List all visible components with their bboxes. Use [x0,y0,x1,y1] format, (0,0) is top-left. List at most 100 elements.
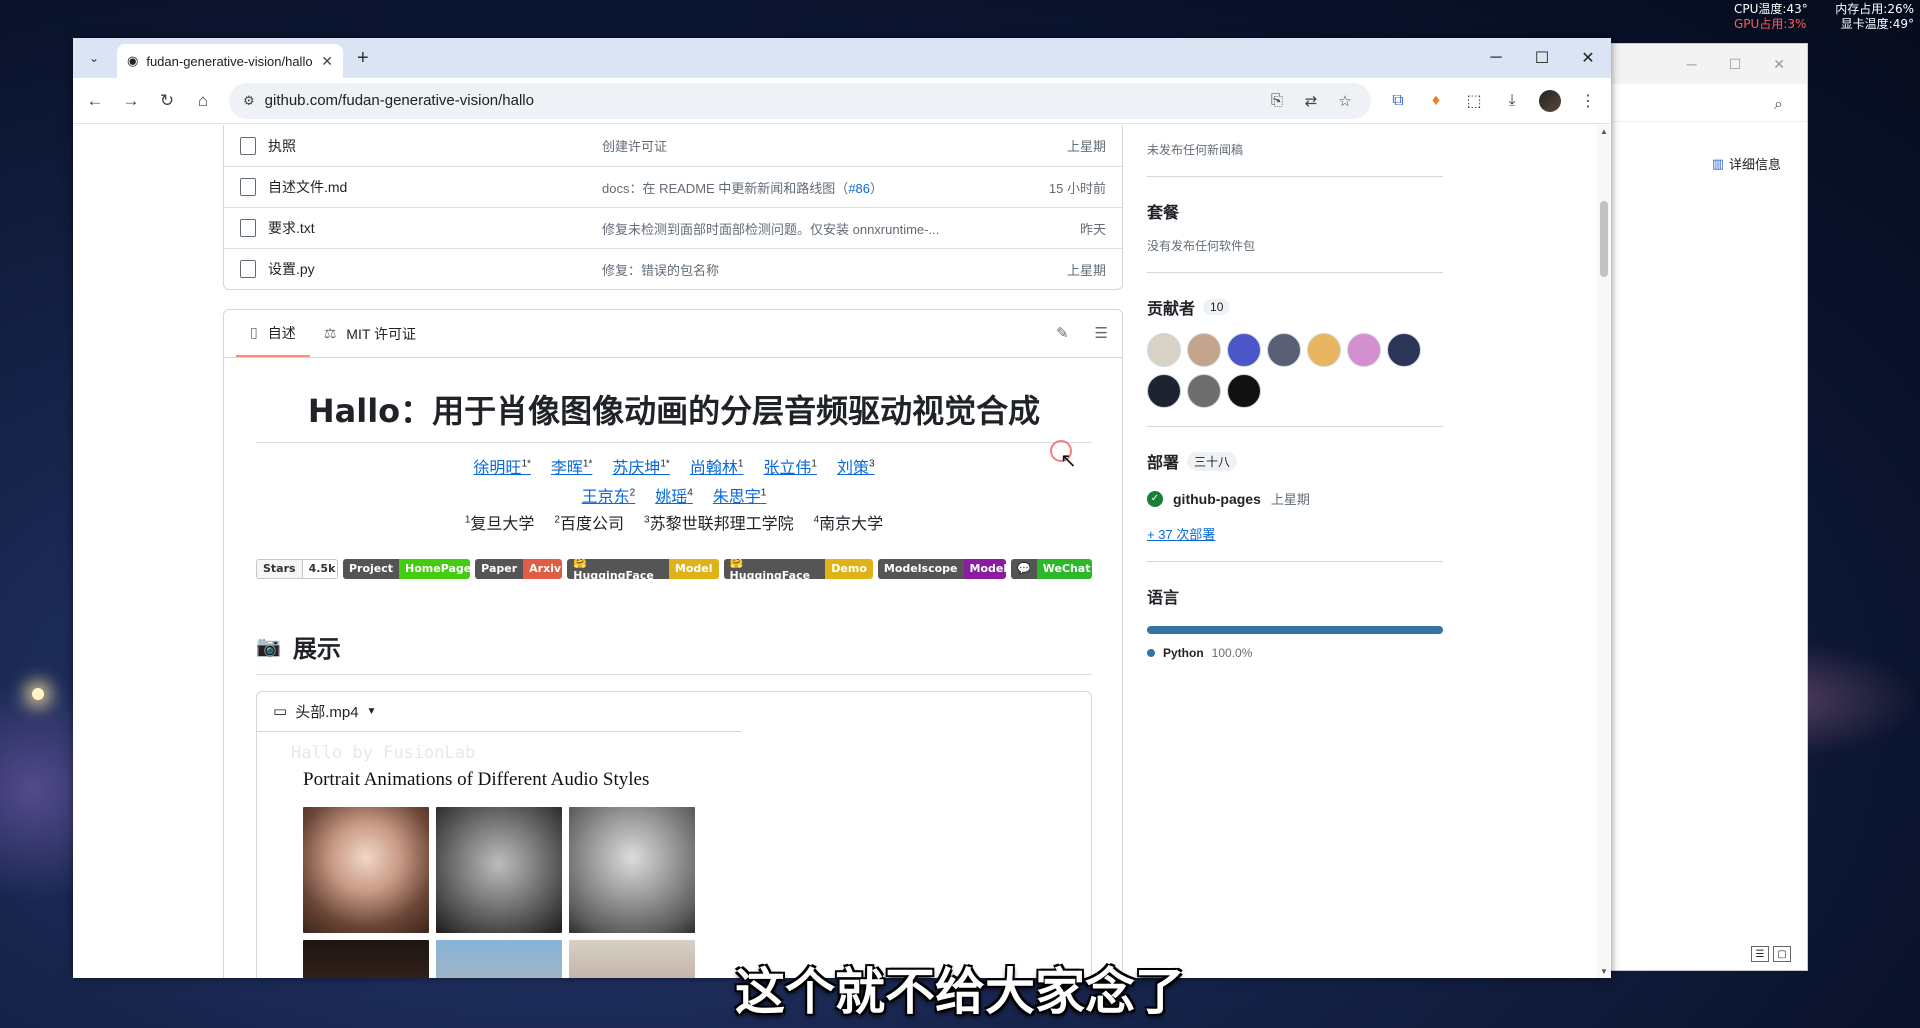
metamask-icon[interactable]: ♦ [1419,85,1453,117]
profile-avatar[interactable] [1533,85,1567,117]
contributor-avatar[interactable] [1267,333,1301,367]
contributor-avatar[interactable] [1227,374,1261,408]
install-app-icon[interactable]: ⎘ [1265,92,1289,109]
file-name[interactable]: 设置.py [268,259,602,279]
details-pane-icon: ▥ [1711,155,1724,171]
tab-github-hallo[interactable]: ◉ fudan-generative-vision/hallo ✕ [117,44,343,78]
background-lamp [32,688,44,700]
edit-pencil-icon[interactable]: ✎ [1056,324,1069,342]
commit-message[interactable]: 创建许可证 [602,136,1006,155]
new-tab-button[interactable]: + [357,47,369,70]
menu-kebab-icon[interactable]: ⋮ [1571,85,1605,117]
author-name: 姚瑶 [655,488,688,506]
badge-link[interactable]: Project HomePage [342,558,471,579]
file-row[interactable]: 要求.txt 修复未检测到面部时面部检测问题。仅安装 onnxruntime-..… [224,207,1122,248]
close-icon[interactable]: ✕ [1565,38,1611,78]
scrollbar-thumb[interactable] [1600,201,1608,277]
deployments-heading[interactable]: 部署 三十八 [1147,449,1443,473]
badge-left: Stars [257,559,302,578]
details-label: 详细信息 [1728,157,1781,172]
file-name[interactable]: 执照 [268,136,602,156]
forward-icon[interactable]: → [115,85,147,117]
badge-link[interactable]: Paper Arxiv [475,558,563,579]
commit-message[interactable]: 修复：错误的包名称 [602,260,1006,279]
bookmark-star-icon[interactable]: ☆ [1333,92,1357,110]
badge-link[interactable]: 💬 WeChat [1011,558,1092,579]
back-icon[interactable]: ← [79,85,111,117]
page-viewport: 执照 创建许可证 上星期 自述文件.md docs：在 README 中更新新闻和路线图… [73,125,1611,978]
badge-right: Arxiv [523,558,563,579]
contributors-title: 贡献者 [1147,301,1196,318]
contributor-avatar[interactable] [1187,374,1221,408]
author-link[interactable]: 苏庆坤1* [612,459,669,477]
extensions-puzzle-icon[interactable]: ⬚ [1457,85,1491,117]
author-link[interactable]: 张立伟1 [763,459,817,478]
languages-title: 语言 [1147,590,1180,607]
deployment-item[interactable]: ✓ github-pages 上星期 [1147,489,1443,508]
maximize-icon[interactable]: ☐ [1519,38,1565,78]
author-link[interactable]: 徐明旺1* [473,459,530,478]
contributor-avatar[interactable] [1307,333,1341,367]
reload-icon[interactable]: ↻ [151,85,183,117]
scroll-up-icon[interactable]: ▲ [1600,127,1608,136]
author-link[interactable]: 尚翰林1 [690,459,744,477]
video-header[interactable]: ▭ 头部.mp4 ▼ [257,692,741,732]
badge-right: Model [668,558,719,579]
bg-close-icon[interactable]: ✕ [1773,56,1785,73]
commit-message-suffix: ） [870,180,884,196]
news-empty-text: 未发布任何新闻稿 [1147,143,1244,157]
commit-message[interactable]: docs：在 README 中更新新闻和路线图（#86） [602,178,1006,197]
file-name[interactable]: 自述文件.md [268,177,602,197]
author-link[interactable]: 朱思宇1 [713,487,767,505]
commit-message[interactable]: 修复未检测到面部时面部检测问题。仅安装 onnxruntime-... [602,219,1006,238]
author-link[interactable]: 王京东2 [582,487,636,505]
file-row[interactable]: 执照 创建许可证 上星期 [224,125,1122,166]
author-name: 张立伟 [763,460,812,478]
contributor-avatar[interactable] [1147,374,1181,408]
commit-message-text: 创建许可证 [602,139,668,154]
badge-link[interactable]: 🤗 HuggingFace Model [567,558,719,579]
file-name[interactable]: 要求.txt [268,218,602,238]
tab-readme[interactable]: ▯ 自述 [236,310,310,357]
bg-minimize-icon[interactable]: ─ [1687,56,1697,72]
contributor-avatar[interactable] [1387,333,1421,367]
commit-issue-link[interactable]: #86 [848,181,870,196]
author-name: 徐明旺 [473,460,522,478]
badge-link[interactable]: 🤗 HuggingFace Demo [723,558,873,579]
contributor-avatar[interactable] [1347,333,1381,367]
video-embed[interactable]: ▭ 头部.mp4 ▼ Hallo by FusionLab Portrait A… [256,690,1092,978]
author-name: 李晖 [550,460,583,478]
language-item[interactable]: Python 100.0% [1147,646,1443,660]
system-monitor: CPU温度:43° 内存占用:26% GPU占用:3% 显卡温度:49° [1734,2,1914,32]
details-button[interactable]: ▥ 详细信息 [1712,154,1781,173]
tab-license[interactable]: ⚖ MIT 许可证 [310,310,430,357]
contributor-avatar[interactable] [1187,333,1221,367]
contributor-avatar[interactable] [1227,333,1261,367]
bg-maximize-icon[interactable]: ☐ [1729,56,1742,73]
browser-window: ⌄ ◉ fudan-generative-vision/hallo ✕ + ─ … [73,38,1611,978]
tab-close-icon[interactable]: ✕ [321,53,333,70]
outline-list-icon[interactable]: ☰ [1095,324,1108,342]
translate-icon[interactable]: ⇄ [1299,92,1323,110]
badge-link[interactable]: Stars 4.5k [256,558,338,579]
tab-search-button[interactable]: ⌄ [81,45,107,71]
page-scrollbar[interactable]: ▲ ▼ [1597,125,1611,978]
author-link[interactable]: 姚瑶4 [655,487,693,506]
more-deployments-link[interactable]: + 37 次部署 [1147,524,1443,543]
badge-left: Project [342,558,400,579]
minimize-icon[interactable]: ─ [1473,38,1519,78]
download-icon[interactable]: ⤓ [1495,85,1529,117]
contributors-heading[interactable]: 贡献者 10 [1147,295,1443,319]
author-link[interactable]: 刘策3 [837,459,875,477]
site-info-icon[interactable]: ⚙ [243,93,255,109]
badge-link[interactable]: Modelscope Model [877,558,1006,579]
address-bar[interactable]: ⚙ github.com/fudan-generative-vision/hal… [229,82,1371,119]
extension-share-icon[interactable]: ⧉ [1381,85,1415,117]
contributor-avatar[interactable] [1147,333,1181,367]
file-row[interactable]: 设置.py 修复：错误的包名称 上星期 [224,248,1122,289]
packages-heading[interactable]: 套餐 [1147,199,1443,223]
home-icon[interactable]: ⌂ [187,85,219,117]
file-row[interactable]: 自述文件.md docs：在 README 中更新新闻和路线图（#86） 15 小时… [224,166,1122,207]
video-frame[interactable]: Hallo by FusionLab Portrait Animations o… [257,732,1091,978]
author-link[interactable]: 李晖1* [550,459,592,478]
